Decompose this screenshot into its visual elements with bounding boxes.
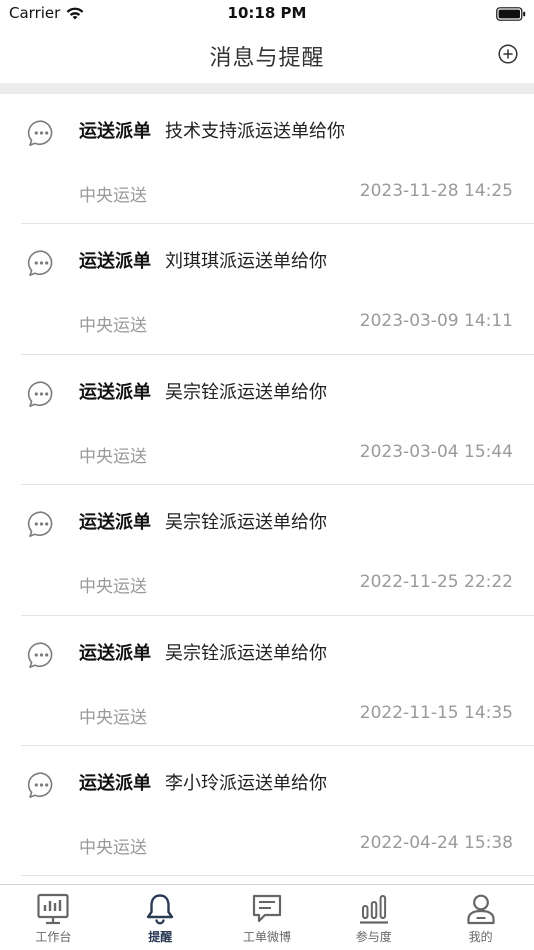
message-source: 中央运送 xyxy=(79,186,147,206)
list-item[interactable]: 运送派单 技术支持派运送单给你 中央运送 2023-11-28 14:25 xyxy=(21,94,534,225)
bar-chart-icon xyxy=(359,895,388,924)
message-type: 运送派单 xyxy=(79,512,151,534)
message-type: 运送派单 xyxy=(79,121,151,142)
tab-engagement[interactable]: 参与度 xyxy=(320,885,427,950)
tab-label: 工作台 xyxy=(35,930,72,944)
message-text: 吴宗铨派运送单给你 xyxy=(165,381,327,403)
message-time: 2022-11-15 14:35 xyxy=(359,702,513,723)
chat-bubble-icon xyxy=(27,381,53,407)
message-header: 运送派单 吴宗铨派运送单给你 xyxy=(79,508,327,534)
message-header: 运送派单 技术支持派运送单给你 xyxy=(79,117,345,143)
tab-label: 参与度 xyxy=(355,930,392,944)
chat-bubble-icon xyxy=(27,772,53,798)
tab-reminders[interactable]: 提醒 xyxy=(107,885,214,950)
message-header: 运送派单 李小玲派运送单给你 xyxy=(79,769,327,795)
message-time: 2023-03-09 14:11 xyxy=(359,311,513,332)
list-item[interactable]: 运送派单 李小玲派运送单给你 中央运送 2022-04-24 15:38 xyxy=(21,746,534,877)
header-divider xyxy=(0,83,534,94)
chat-bubble-icon xyxy=(27,641,53,668)
message-source: 中央运送 xyxy=(79,316,147,337)
message-time: 2023-11-28 14:25 xyxy=(359,181,513,201)
message-text: 吴宗铨派运送单给你 xyxy=(165,512,327,534)
chat-bubble-icon xyxy=(27,120,53,146)
message-text: 刘琪琪派运送单给你 xyxy=(165,251,327,273)
page-title: 消息与提醒 xyxy=(209,46,325,71)
dashboard-icon xyxy=(37,893,69,925)
navigation-bar: 消息与提醒 xyxy=(0,28,534,83)
chat-bubble-icon xyxy=(27,250,53,277)
user-icon xyxy=(466,894,495,925)
message-header: 运送派单 吴宗铨派运送单给你 xyxy=(79,378,327,404)
tab-bar: 工作台 提醒 工单微博 参与度 我的 xyxy=(0,884,534,950)
status-bar: Carrier 10:18 PM xyxy=(0,0,534,28)
chat-bubble-icon xyxy=(252,894,282,923)
message-time: 2022-04-24 15:38 xyxy=(359,832,513,853)
plus-circle-icon[interactable] xyxy=(498,44,518,64)
tab-workbench[interactable]: 工作台 xyxy=(0,885,107,950)
message-time: 2022-11-25 22:22 xyxy=(359,572,513,593)
status-time: 10:18 PM xyxy=(227,4,307,22)
chat-bubble-icon xyxy=(27,511,53,538)
message-type: 运送派单 xyxy=(79,772,151,794)
list-item[interactable]: 运送派单 吴宗铨派运送单给你 中央运送 2022-11-25 22:22 xyxy=(21,485,534,616)
tab-profile[interactable]: 我的 xyxy=(427,885,534,950)
tab-label: 提醒 xyxy=(148,930,173,944)
message-type: 运送派单 xyxy=(79,642,151,664)
list-item[interactable]: 运送派单 吴宗铨派运送单给你 中央运送 2023-03-04 15:44 xyxy=(21,355,534,486)
message-source: 中央运送 xyxy=(79,837,147,858)
message-list[interactable]: 运送派单 技术支持派运送单给你 中央运送 2023-11-28 14:25 运送… xyxy=(0,94,534,884)
tab-label: 我的 xyxy=(468,930,493,944)
tab-work-order-weibo[interactable]: 工单微博 xyxy=(214,885,321,950)
message-type: 运送派单 xyxy=(79,381,151,403)
battery-icon xyxy=(496,7,526,21)
message-text: 李小玲派运送单给你 xyxy=(165,772,327,794)
bell-icon xyxy=(146,894,174,925)
message-time: 2023-03-04 15:44 xyxy=(359,441,513,462)
message-text: 技术支持派运送单给你 xyxy=(165,121,345,142)
tab-label: 工单微博 xyxy=(242,930,291,944)
message-source: 中央运送 xyxy=(79,446,147,467)
list-item[interactable]: 运送派单 刘琪琪派运送单给你 中央运送 2023-03-09 14:11 xyxy=(21,224,534,355)
message-type: 运送派单 xyxy=(79,251,151,273)
message-source: 中央运送 xyxy=(79,707,147,728)
message-header: 运送派单 刘琪琪派运送单给你 xyxy=(79,247,327,273)
message-source: 中央运送 xyxy=(79,577,147,598)
list-item[interactable]: 运送派单 吴宗铨派运送单给你 中央运送 2022-11-15 14:35 xyxy=(21,616,534,746)
message-header: 运送派单 吴宗铨派运送单给你 xyxy=(79,639,327,665)
message-text: 吴宗铨派运送单给你 xyxy=(165,642,327,664)
